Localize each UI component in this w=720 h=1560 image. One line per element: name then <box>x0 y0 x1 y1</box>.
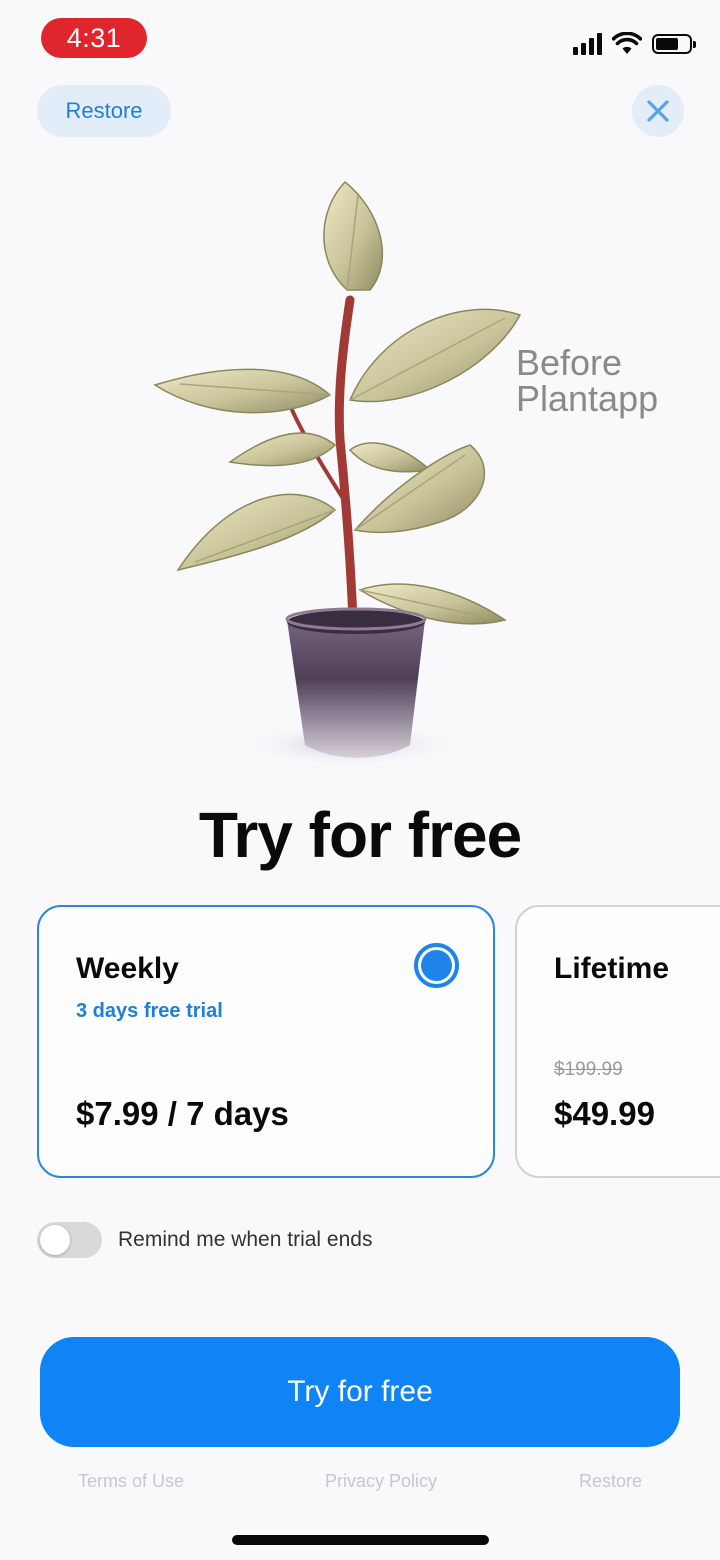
terms-of-use-link[interactable]: Terms of Use <box>78 1471 184 1492</box>
cellular-signal-icon <box>573 33 602 55</box>
restore-button[interactable]: Restore <box>37 85 171 137</box>
page-title: Try for free <box>198 799 522 871</box>
plan-trial-label: 3 days free trial <box>76 1000 223 1022</box>
footer-restore-link[interactable]: Restore <box>579 1471 642 1492</box>
plan-price: $7.99 / 7 days <box>76 1095 289 1132</box>
status-time: 4:31 <box>41 18 147 58</box>
hero-caption: Before Plantapp <box>516 345 658 417</box>
plant-illustration <box>153 180 522 767</box>
plan-name: Weekly <box>76 952 179 985</box>
battery-icon <box>652 34 696 54</box>
selected-radio-icon[interactable] <box>414 943 459 988</box>
home-indicator <box>232 1535 489 1545</box>
hero-caption-line-2: Plantapp <box>516 378 659 419</box>
wifi-icon <box>612 32 642 54</box>
reminder-toggle[interactable] <box>37 1222 102 1258</box>
plan-card-weekly[interactable]: Weekly 3 days free trial $7.99 / 7 days <box>37 905 495 1178</box>
reminder-label: Remind me when trial ends <box>118 1228 373 1251</box>
plan-original-price: $199.99 <box>554 1059 623 1080</box>
paywall-screen: 4:31 Restore Before Plantapp Try for fre… <box>0 0 720 1560</box>
privacy-policy-link[interactable]: Privacy Policy <box>325 1471 437 1492</box>
close-icon <box>647 100 669 122</box>
hero-caption-line-1: Before <box>516 342 623 383</box>
status-icons <box>573 30 696 58</box>
plan-price: $49.99 <box>554 1095 655 1132</box>
try-for-free-button[interactable]: Try for free <box>40 1337 680 1447</box>
plan-card-lifetime[interactable]: Lifetime $199.99 $49.99 <box>515 905 720 1178</box>
plan-name: Lifetime <box>554 952 670 985</box>
close-button[interactable] <box>632 85 684 137</box>
